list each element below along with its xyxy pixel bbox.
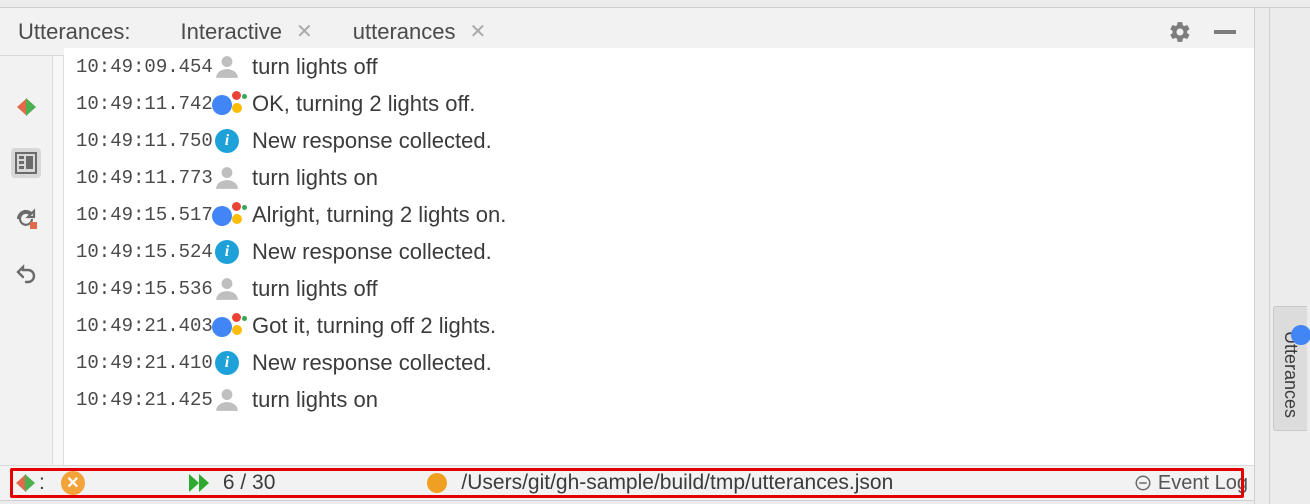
log-line: 10:49:21.403 Got it, turning off 2 light… [66, 307, 1252, 344]
file-path: /Users/git/gh-sample/build/tmp/utterance… [461, 471, 893, 495]
status-file[interactable]: /Users/git/gh-sample/build/tmp/utterance… [427, 471, 893, 495]
status-error[interactable]: ✕ [61, 471, 85, 495]
progress-text: 6 / 30 [223, 471, 276, 495]
undo-button[interactable] [11, 260, 41, 290]
close-icon[interactable]: ✕ [296, 22, 313, 42]
message: New response collected. [252, 128, 492, 154]
user-icon [212, 387, 242, 413]
log-line: 10:49:11.750 i New response collected. [66, 122, 1252, 159]
file-status-icon [427, 473, 447, 493]
log-line: 10:49:15.517 Alright, turning 2 lights o… [66, 196, 1252, 233]
assistant-icon [212, 91, 242, 117]
message: New response collected. [252, 239, 492, 265]
minimize-icon[interactable] [1214, 30, 1236, 34]
tool-column [0, 56, 52, 465]
tab-label: Interactive [181, 19, 283, 45]
message: turn lights on [252, 387, 378, 413]
user-icon [212, 165, 242, 191]
right-tool-stripe: Utterances [1270, 8, 1310, 504]
undo-icon [14, 263, 38, 287]
status-bar: : ✕ 6 / 30 /Users/git/gh-sample/build/tm… [0, 466, 1254, 500]
log-line: 10:49:15.536 turn lights off [66, 270, 1252, 307]
status-progress[interactable]: 6 / 30 [189, 471, 276, 495]
status-nav[interactable]: : [16, 471, 49, 495]
event-log-button[interactable]: Event Log [1134, 472, 1248, 495]
message: OK, turning 2 lights off. [252, 91, 475, 117]
log-line: 10:49:21.410 i New response collected. [66, 344, 1252, 381]
info-icon: i [212, 351, 242, 375]
timestamp: 10:49:15.536 [66, 278, 212, 300]
timestamp: 10:49:21.403 [66, 315, 212, 337]
info-icon: i [212, 240, 242, 264]
timestamp: 10:49:21.425 [66, 389, 212, 411]
error-icon: ✕ [61, 471, 85, 495]
gutter [52, 56, 64, 465]
user-icon [212, 276, 242, 302]
timestamp: 10:49:11.742 [66, 93, 212, 115]
message: turn lights off [252, 54, 378, 80]
close-icon[interactable]: ✕ [470, 22, 487, 42]
log-line: 10:49:11.742 OK, turning 2 lights off. [66, 85, 1252, 122]
nav-arrows-button[interactable] [11, 92, 41, 122]
assistant-icon [212, 313, 242, 339]
nav-arrows-icon [16, 474, 35, 492]
assistant-icon [212, 202, 242, 228]
info-icon: i [212, 129, 242, 153]
event-log-icon [1134, 474, 1152, 492]
message: turn lights off [252, 276, 378, 302]
right-tab-utterances[interactable]: Utterances [1273, 306, 1307, 431]
timestamp: 10:49:09.454 [66, 56, 212, 78]
right-gutter[interactable] [1254, 8, 1270, 504]
timestamp: 10:49:11.750 [66, 130, 212, 152]
log-line: 10:49:11.773 turn lights on [66, 159, 1252, 196]
tab-label: utterances [353, 19, 456, 45]
log-line: 10:49:21.425 turn lights on [66, 381, 1252, 418]
refresh-button[interactable] [11, 204, 41, 234]
timestamp: 10:49:21.410 [66, 352, 212, 374]
refresh-icon [14, 207, 38, 231]
fast-forward-icon [189, 474, 209, 492]
message: New response collected. [252, 350, 492, 376]
log-line: 10:49:15.524 i New response collected. [66, 233, 1252, 270]
message: Alright, turning 2 lights on. [252, 202, 506, 228]
log-line: 10:49:09.454 turn lights off [66, 48, 1252, 85]
layout-toggle-button[interactable] [11, 148, 41, 178]
log-pane[interactable]: 10:49:09.454 turn lights off 10:49:11.74… [64, 48, 1254, 465]
layout-icon [15, 152, 37, 174]
timestamp: 10:49:11.773 [66, 167, 212, 189]
status-colon: : [39, 471, 45, 495]
bottom-divider [0, 500, 1254, 504]
message: Got it, turning off 2 lights. [252, 313, 496, 339]
timestamp: 10:49:15.517 [66, 204, 212, 226]
message: turn lights on [252, 165, 378, 191]
timestamp: 10:49:15.524 [66, 241, 212, 263]
nav-arrows-icon [17, 98, 36, 116]
gear-icon[interactable] [1168, 20, 1192, 44]
top-divider [0, 0, 1310, 8]
user-icon [212, 54, 242, 80]
panel-title: Utterances: [18, 19, 131, 45]
event-log-label: Event Log [1158, 472, 1248, 495]
